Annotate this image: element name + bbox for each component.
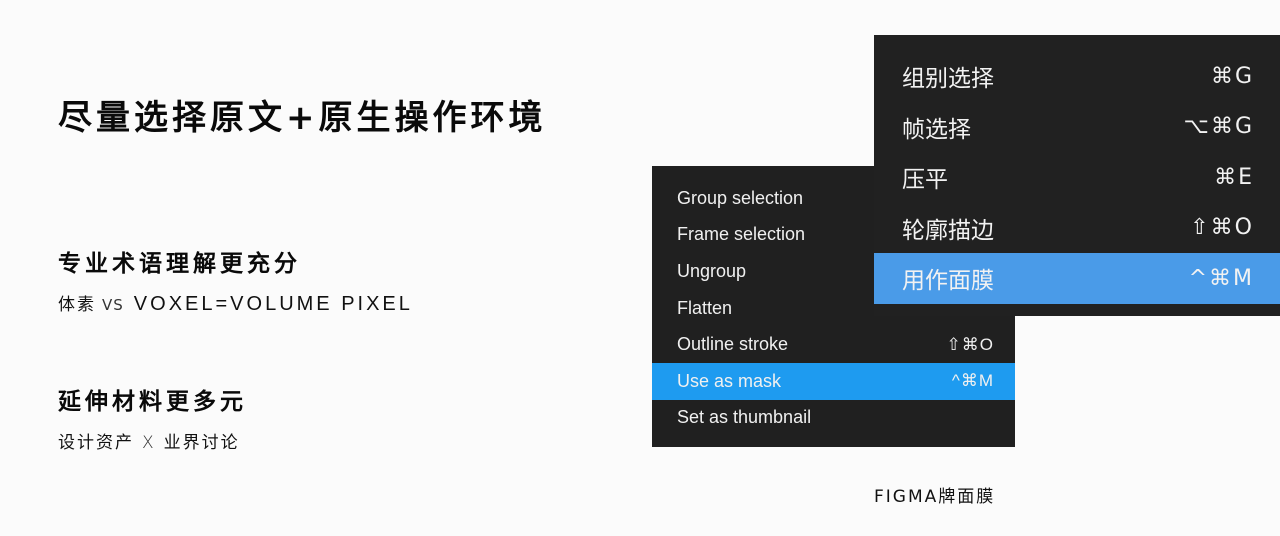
menu-item-use-as-mask[interactable]: Use as mask ^⌘M	[652, 362, 1015, 400]
menu-item-label: Flatten	[677, 297, 733, 318]
menu-item-label: 组别选择	[902, 66, 994, 93]
menu-item-label: Set as thumbnail	[677, 407, 812, 428]
menu-item-frame-selection-zh[interactable]: 帧选择 ⌥⌘G	[874, 102, 1280, 153]
menu-item-label: Frame selection	[677, 224, 806, 245]
menu-item-label: 压平	[902, 167, 948, 194]
menu-item-outline-stroke-zh[interactable]: 轮廓描边 ⇧⌘O	[874, 203, 1280, 254]
figure-caption: FIGMA牌面膜	[874, 487, 996, 507]
menu-item-label: 轮廓描边	[902, 217, 994, 244]
menu-item-label: 用作面膜	[902, 268, 994, 295]
menu-item-shortcut: ^⌘M	[951, 371, 994, 391]
menu-item-label: 帧选择	[902, 116, 971, 143]
context-menu-chinese: 组别选择 ⌘G 帧选择 ⌥⌘G 压平 ⌘E 轮廓描边 ⇧⌘O 用作面膜 ^⌘M	[874, 35, 1280, 316]
point-detail-terminology: 体素 VS VOXEL=VOLUME PIXEL	[58, 290, 413, 316]
cross-label: X	[142, 433, 156, 453]
menu-item-shortcut: ⇧⌘O	[1190, 215, 1254, 241]
slide-title: 尽量选择原文+原生操作环境	[58, 98, 547, 138]
menu-item-set-as-thumbnail[interactable]: Set as thumbnail	[652, 400, 1015, 437]
versus-label: VS	[102, 296, 124, 314]
menu-item-shortcut: ⌘G	[1210, 63, 1254, 89]
menu-item-label: Group selection	[677, 187, 804, 208]
term-english: VOXEL=VOLUME PIXEL	[133, 293, 413, 315]
menu-item-shortcut: ^⌘M	[1188, 265, 1254, 291]
menu-item-label: Outline stroke	[677, 334, 789, 355]
menu-item-shortcut: ⌘E	[1214, 164, 1254, 190]
material-left: 设计资产	[58, 433, 134, 453]
point-heading-terminology: 专业术语理解更充分	[58, 251, 301, 277]
menu-item-use-as-mask-zh[interactable]: 用作面膜 ^⌘M	[874, 253, 1280, 304]
menu-item-shortcut: ⇧⌘O	[946, 334, 994, 354]
menu-item-group-selection-zh[interactable]: 组别选择 ⌘G	[874, 51, 1280, 102]
menu-item-label: Ungroup	[677, 260, 747, 281]
menu-item-outline-stroke[interactable]: Outline stroke ⇧⌘O	[652, 326, 1015, 363]
point-detail-materials: 设计资产 X 业界讨论	[58, 428, 240, 453]
point-heading-materials: 延伸材料更多元	[58, 389, 247, 415]
menu-item-label: Use as mask	[677, 370, 782, 391]
term-chinese: 体素	[58, 295, 96, 315]
menu-item-shortcut: ⌥⌘G	[1183, 114, 1254, 140]
material-right: 业界讨论	[163, 433, 240, 453]
menu-item-flatten-zh[interactable]: 压平 ⌘E	[874, 152, 1280, 203]
